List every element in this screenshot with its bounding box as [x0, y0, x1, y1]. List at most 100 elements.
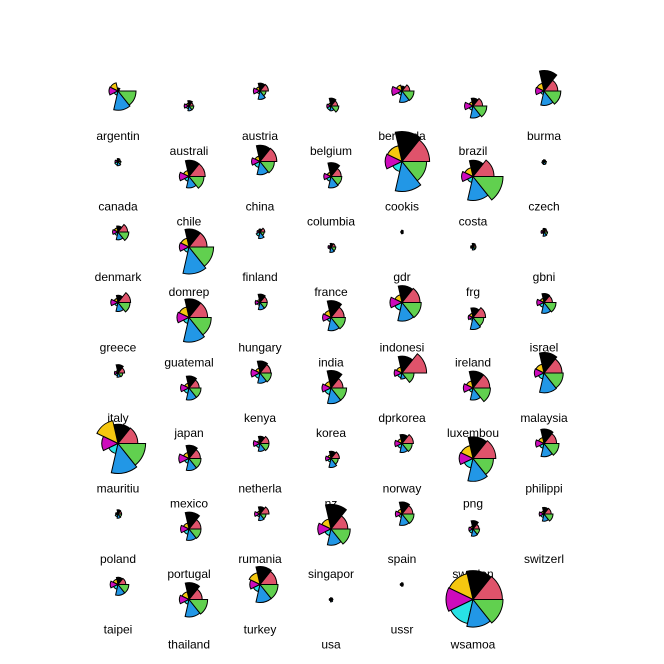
star-israel: israel	[530, 293, 558, 355]
star-columbia: columbia	[307, 162, 355, 229]
star-belgium: belgium	[310, 97, 352, 158]
star-label: philippi	[525, 482, 562, 496]
star-dprkorea: dprkorea	[378, 353, 428, 425]
segment-gdr-7	[400, 231, 404, 234]
star-spain: spain	[388, 501, 417, 566]
star-label: japan	[173, 426, 203, 440]
star-kenya: kenya	[244, 360, 276, 425]
star-hungary: hungary	[238, 293, 282, 355]
star-label: mexico	[170, 497, 208, 511]
segment-star-chart: argentinaustraliaustriabelgiumbermudabra…	[95, 70, 568, 652]
star-label: netherla	[238, 482, 282, 496]
star-poland: poland	[100, 509, 136, 566]
star-mexico: mexico	[170, 444, 208, 511]
star-label: france	[314, 285, 348, 299]
star-canada: canada	[98, 158, 138, 214]
star-label: norway	[383, 482, 422, 496]
star-ussr: ussr	[391, 582, 414, 637]
star-usa: usa	[321, 597, 341, 652]
star-turkey: turkey	[244, 566, 279, 637]
star-png: png	[458, 436, 497, 511]
star-label: hungary	[238, 341, 281, 355]
star-ireland: ireland	[455, 306, 491, 370]
star-label: denmark	[95, 270, 143, 284]
star-indonesi: indonesi	[380, 285, 424, 355]
star-argentin: argentin	[96, 82, 140, 143]
star-singapor: singapor	[308, 503, 354, 581]
star-burma: burma	[527, 70, 561, 143]
star-austria: austria	[242, 82, 278, 143]
star-label: austria	[242, 129, 278, 143]
star-chile: chile	[177, 159, 206, 229]
star-label: turkey	[244, 623, 277, 637]
star-label: greece	[100, 341, 137, 355]
star-guatemal: guatemal	[164, 298, 214, 370]
star-label: gdr	[393, 270, 410, 284]
star-malaysia: malaysia	[520, 352, 568, 425]
star-china: china	[246, 144, 278, 214]
star-denmark: denmark	[95, 223, 143, 284]
star-label: columbia	[307, 215, 355, 229]
star-label: mauritiu	[97, 482, 140, 496]
star-label: switzerl	[524, 552, 564, 566]
star-greece: greece	[100, 291, 137, 355]
star-label: cookis	[385, 200, 419, 214]
star-frg: frg	[466, 242, 480, 299]
star-label: png	[463, 497, 483, 511]
star-cookis: cookis	[384, 131, 431, 214]
star-label: finland	[242, 270, 277, 284]
star-label: dprkorea	[378, 411, 426, 425]
star-philippi: philippi	[525, 428, 563, 496]
star-finland: finland	[242, 227, 278, 284]
star-label: domrep	[169, 285, 210, 299]
star-switzerl: switzerl	[524, 506, 564, 566]
star-label: guatemal	[164, 356, 213, 370]
star-label: rumania	[238, 552, 282, 566]
star-label: malaysia	[520, 411, 568, 425]
star-label: india	[318, 356, 344, 370]
star-domrep: domrep	[169, 228, 215, 299]
star-australi: australi	[170, 100, 209, 158]
star-label: ussr	[391, 623, 414, 637]
star-wsamoa: wsamoa	[445, 570, 504, 652]
star-portugal: portugal	[167, 511, 211, 581]
star-france: france	[314, 242, 348, 299]
star-label: taipei	[104, 623, 133, 637]
star-label: ireland	[455, 356, 491, 370]
star-label: czech	[528, 200, 559, 214]
star-japan: japan	[173, 375, 204, 440]
star-korea: korea	[316, 370, 348, 440]
star-label: spain	[388, 552, 417, 566]
star-label: poland	[100, 552, 136, 566]
segment-ussr-7	[400, 584, 404, 587]
star-india: india	[318, 300, 346, 370]
star-label: argentin	[96, 129, 139, 143]
star-label: canada	[98, 200, 138, 214]
star-nz: nz	[325, 450, 340, 511]
star-costa: costa	[459, 159, 504, 229]
star-czech: czech	[528, 159, 560, 214]
star-italy: italy	[107, 364, 129, 425]
star-luxembou: luxembou	[447, 370, 499, 440]
star-label: singapor	[308, 567, 354, 581]
star-label: korea	[316, 426, 346, 440]
star-label: kenya	[244, 411, 276, 425]
star-label: chile	[177, 215, 202, 229]
star-label: portugal	[167, 567, 210, 581]
star-label: burma	[527, 129, 561, 143]
star-label: australi	[170, 144, 209, 158]
star-rumania: rumania	[238, 506, 282, 566]
star-taipei: taipei	[104, 576, 133, 637]
star-label: thailand	[168, 638, 210, 652]
star-label: china	[246, 200, 275, 214]
star-label: belgium	[310, 144, 352, 158]
star-label: frg	[466, 285, 480, 299]
star-label: gbni	[533, 270, 556, 284]
star-gbni: gbni	[533, 227, 556, 284]
star-label: usa	[321, 638, 341, 652]
star-label: brazil	[459, 144, 488, 158]
star-thailand: thailand	[168, 582, 210, 652]
star-brazil: brazil	[459, 97, 488, 158]
star-mauritiu: mauritiu	[96, 420, 147, 496]
star-gdr: gdr	[393, 229, 411, 284]
